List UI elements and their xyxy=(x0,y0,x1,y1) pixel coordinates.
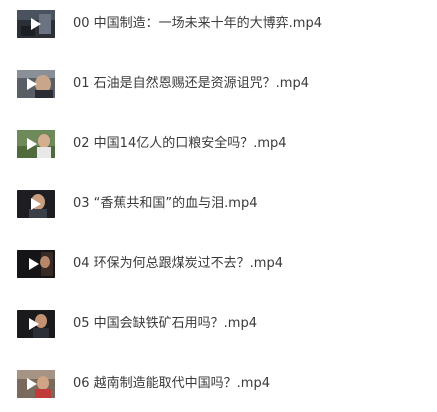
video-thumbnail-icon xyxy=(17,310,55,338)
video-thumbnail-icon xyxy=(17,190,55,218)
video-thumbnail-icon xyxy=(17,250,55,278)
file-row[interactable]: 04 环保为何总跟煤炭过不去？.mp4 xyxy=(0,244,437,284)
video-file-list: 00 中国制造：一场未来十年的大博弈.mp4 01 石油是自然恩赐还是资源诅咒？… xyxy=(0,0,437,412)
file-row[interactable]: 03 “香蕉共和国”的血与泪.mp4 xyxy=(0,184,437,224)
file-name: 04 环保为何总跟煤炭过不去？.mp4 xyxy=(73,256,283,271)
video-thumbnail-icon xyxy=(17,130,55,158)
file-row[interactable]: 02 中国14亿人的口粮安全吗？.mp4 xyxy=(0,124,437,164)
file-row[interactable]: 01 石油是自然恩赐还是资源诅咒？.mp4 xyxy=(0,64,437,104)
file-name: 05 中国会缺铁矿石用吗？.mp4 xyxy=(73,316,257,331)
file-name: 01 石油是自然恩赐还是资源诅咒？.mp4 xyxy=(73,76,309,91)
file-name: 03 “香蕉共和国”的血与泪.mp4 xyxy=(73,196,258,211)
file-name: 00 中国制造：一场未来十年的大博弈.mp4 xyxy=(73,16,322,31)
file-row[interactable]: 05 中国会缺铁矿石用吗？.mp4 xyxy=(0,304,437,344)
video-thumbnail-icon xyxy=(17,70,55,98)
file-name: 06 越南制造能取代中国吗？.mp4 xyxy=(73,376,270,391)
video-thumbnail-icon xyxy=(17,370,55,398)
file-row[interactable]: 06 越南制造能取代中国吗？.mp4 xyxy=(0,364,437,404)
video-thumbnail-icon xyxy=(17,10,55,38)
file-row[interactable]: 00 中国制造：一场未来十年的大博弈.mp4 xyxy=(0,4,437,44)
file-name: 02 中国14亿人的口粮安全吗？.mp4 xyxy=(73,136,287,151)
